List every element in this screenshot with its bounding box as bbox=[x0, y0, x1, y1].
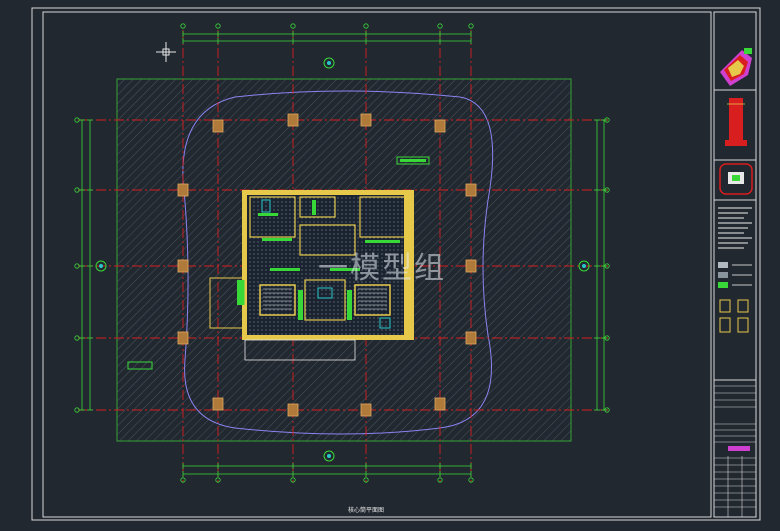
grid-bubble bbox=[215, 23, 221, 29]
cad-viewport[interactable]: 一模型组 核心筒平面图 bbox=[0, 0, 780, 527]
structural-column bbox=[212, 119, 224, 133]
core-south-wall bbox=[243, 335, 413, 339]
grid-bubble bbox=[468, 23, 474, 29]
structural-column bbox=[177, 183, 189, 197]
structural-column bbox=[287, 403, 299, 417]
title-block bbox=[714, 48, 756, 517]
grid-bubble bbox=[180, 23, 186, 29]
structural-column bbox=[177, 331, 189, 345]
grid-bubble bbox=[437, 23, 443, 29]
north-arrow-icon bbox=[323, 57, 335, 69]
section-elevation-icon bbox=[725, 98, 747, 146]
south-axis-bubble bbox=[323, 450, 335, 462]
structural-column bbox=[287, 113, 299, 127]
structural-column bbox=[465, 331, 477, 345]
location-plan-icon bbox=[719, 163, 753, 195]
grid-bubble bbox=[363, 23, 369, 29]
structural-column bbox=[177, 259, 189, 273]
core-north-wall bbox=[243, 191, 413, 195]
structural-column bbox=[434, 397, 446, 411]
grid-bubble bbox=[290, 23, 296, 29]
crosshair-icon bbox=[156, 42, 176, 62]
structural-column bbox=[212, 397, 224, 411]
key-plan-icon bbox=[720, 48, 752, 86]
structural-column bbox=[465, 183, 477, 197]
drawing-title: 核心筒平面图 bbox=[348, 507, 385, 514]
structural-column bbox=[360, 403, 372, 417]
watermark: 一模型组 bbox=[318, 251, 446, 286]
structural-column bbox=[465, 259, 477, 273]
structural-column bbox=[434, 119, 446, 133]
structural-column bbox=[360, 113, 372, 127]
